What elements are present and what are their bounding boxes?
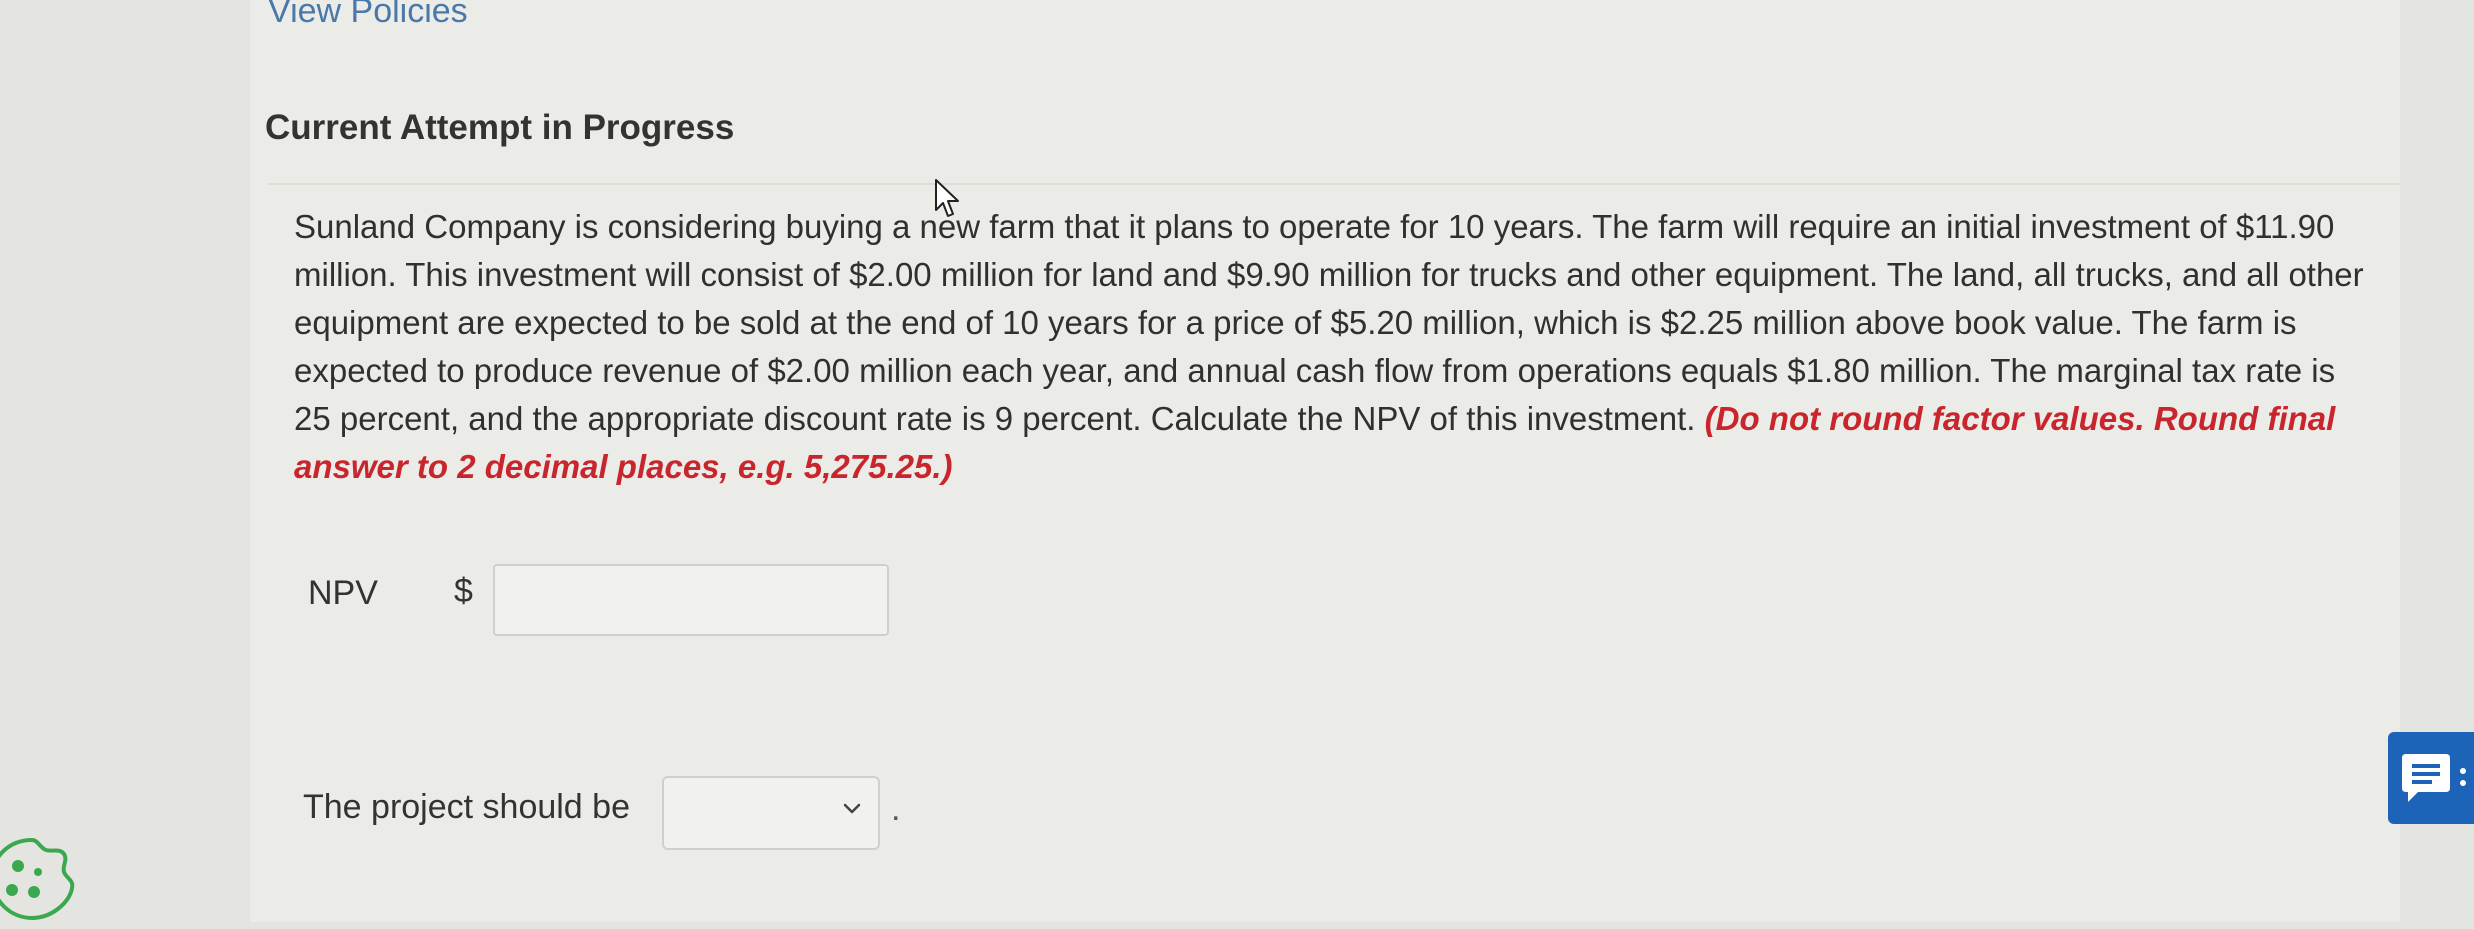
npv-label: NPV <box>308 574 378 612</box>
view-policies-link[interactable]: View Policies <box>268 0 468 31</box>
cookie-settings-button[interactable] <box>0 832 78 924</box>
mouse-pointer-icon <box>935 179 959 217</box>
cookie-icon <box>0 837 75 921</box>
feedback-button[interactable] <box>2388 732 2474 824</box>
sentence-period: . <box>891 790 901 828</box>
question-prompt: Sunland Company is considering buying a … <box>294 203 2372 491</box>
attempt-heading: Current Attempt in Progress <box>265 108 735 147</box>
section-divider <box>268 183 2400 185</box>
project-decision-select[interactable] <box>662 776 880 850</box>
feedback-icon <box>2402 754 2466 802</box>
chevron-down-icon <box>843 803 861 814</box>
project-decision-label: The project should be <box>303 788 630 826</box>
currency-symbol: $ <box>454 572 473 610</box>
npv-input[interactable] <box>493 564 889 636</box>
